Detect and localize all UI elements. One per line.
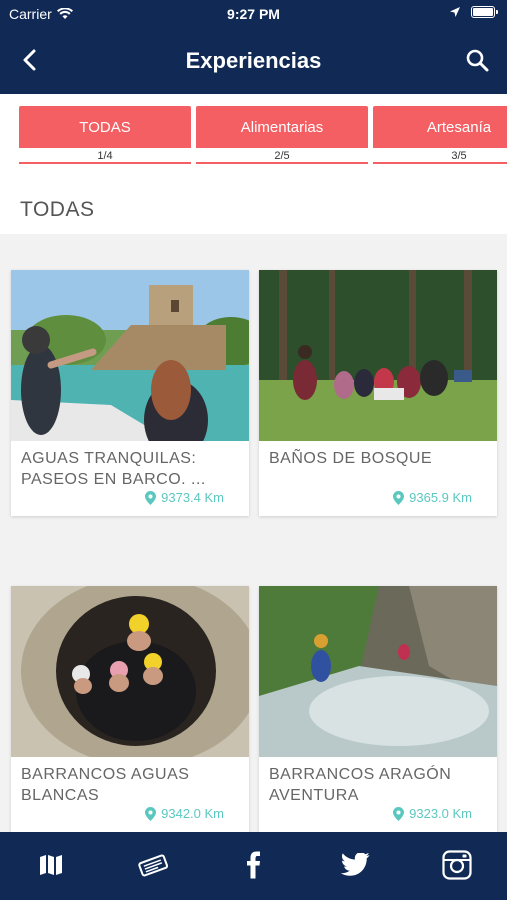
experience-image xyxy=(11,270,249,441)
tab-alimentarias[interactable]: Alimentarias 2/5 xyxy=(196,106,368,164)
category-tabs: TODAS 1/4 Alimentarias 2/5 Artesanía 3/5 xyxy=(0,94,507,186)
distance-label: 9373.4 Km xyxy=(145,490,224,505)
battery-icon xyxy=(471,6,498,18)
distance-value: 9365.9 Km xyxy=(409,490,472,505)
status-bar: Carrier 9:27 PM xyxy=(0,0,507,28)
experience-title: BARRANCOS AGUAS BLANCAS xyxy=(21,766,190,804)
ticket-button[interactable] xyxy=(136,848,170,882)
experience-title: BARRANCOS ARAGÓN AVENTURA xyxy=(269,766,452,804)
map-button[interactable] xyxy=(34,848,68,882)
navigation-bar: Experiencias xyxy=(0,40,507,80)
experience-card[interactable]: BARRANCOS ARAGÓN AVENTURA 9323.0 Km xyxy=(259,586,497,832)
tab-count: 1/4 xyxy=(97,150,113,162)
twitter-button[interactable] xyxy=(339,848,373,882)
distance-value: 9323.0 Km xyxy=(409,806,472,821)
tab-todas[interactable]: TODAS 1/4 xyxy=(19,106,191,164)
search-button[interactable] xyxy=(461,44,493,76)
distance-label: 9342.0 Km xyxy=(145,806,224,821)
experience-image xyxy=(259,270,497,441)
status-time: 9:27 PM xyxy=(227,6,280,22)
experience-image xyxy=(259,586,497,757)
twitter-icon xyxy=(341,853,370,876)
tab-underline xyxy=(19,162,191,164)
tab-label: Alimentarias xyxy=(196,106,368,148)
ticket-icon xyxy=(138,854,169,877)
facebook-icon xyxy=(247,851,260,879)
experience-card[interactable]: BARRANCOS AGUAS BLANCAS 9342.0 Km xyxy=(11,586,249,832)
location-arrow-icon xyxy=(450,7,460,17)
search-icon xyxy=(466,49,489,72)
section-header: TODAS xyxy=(0,186,507,234)
location-pin-icon xyxy=(393,806,405,821)
experience-card[interactable]: BAÑOS DE BOSQUE 9365.9 Km xyxy=(259,270,497,516)
tab-count: 2/5 xyxy=(274,150,290,162)
distance-value: 9342.0 Km xyxy=(161,806,224,821)
facebook-button[interactable] xyxy=(237,848,271,882)
location-pin-icon xyxy=(145,806,157,821)
location-pin-icon xyxy=(145,490,157,505)
instagram-icon xyxy=(442,850,472,880)
tab-artesania[interactable]: Artesanía 3/5 xyxy=(373,106,507,164)
page-title: Experiencias xyxy=(185,48,322,73)
experience-card[interactable]: AGUAS TRANQUILAS: PASEOS EN BARCO. ... 9… xyxy=(11,270,249,516)
distance-label: 9365.9 Km xyxy=(393,490,472,505)
experience-title: BAÑOS DE BOSQUE xyxy=(269,450,433,467)
tab-underline xyxy=(373,162,507,164)
tab-label: TODAS xyxy=(19,106,191,148)
map-icon xyxy=(40,855,62,875)
distance-label: 9323.0 Km xyxy=(393,806,472,821)
tab-label: Artesanía xyxy=(373,106,507,148)
location-pin-icon xyxy=(393,490,405,505)
experience-image xyxy=(11,586,249,757)
tab-underline xyxy=(196,162,368,164)
bottom-tab-bar xyxy=(0,832,507,900)
instagram-button[interactable] xyxy=(440,848,474,882)
top-bar: Carrier 9:27 PM Experiencias xyxy=(0,0,507,94)
experience-title: AGUAS TRANQUILAS: PASEOS EN BARCO. ... xyxy=(21,450,206,488)
section-title: TODAS xyxy=(20,198,95,221)
tab-count: 3/5 xyxy=(451,150,467,162)
distance-value: 9373.4 Km xyxy=(161,490,224,505)
